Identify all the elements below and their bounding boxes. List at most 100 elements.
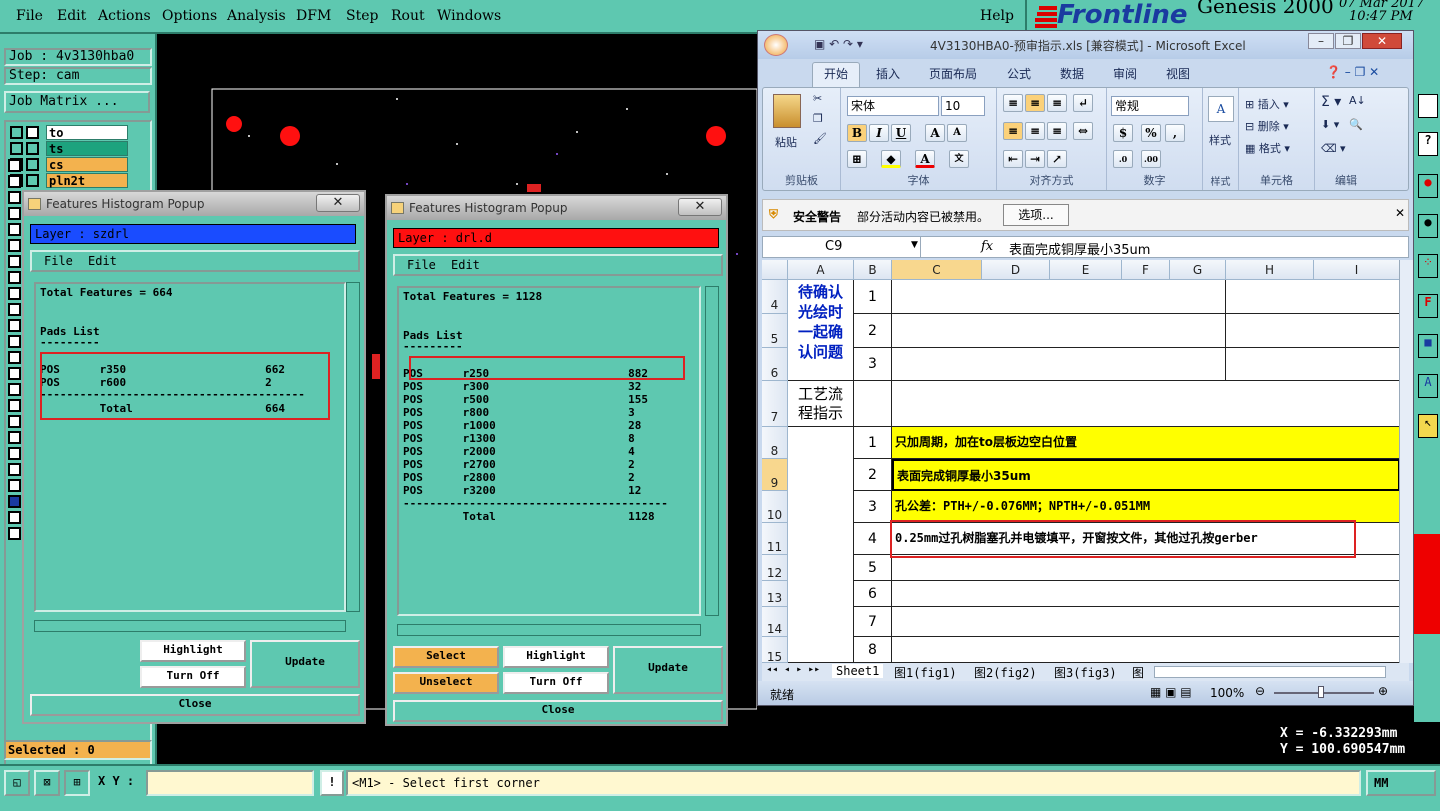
shrink-font-icon[interactable]: A (947, 124, 967, 142)
cell-b[interactable]: 7 (854, 607, 892, 637)
warning-icon[interactable]: ! (320, 770, 344, 796)
borders-icon[interactable]: ⊞ (847, 150, 867, 168)
cell-c8[interactable]: 只加周期，加在to层板边空白位置 (892, 427, 1399, 459)
percent-icon[interactable]: % (1141, 124, 1161, 142)
menu-file[interactable]: File (407, 258, 436, 272)
vertical-scrollbar[interactable] (346, 282, 360, 612)
insert-cells-button[interactable]: ⊞ 插入 ▾ (1245, 96, 1289, 112)
minimize-icon[interactable]: – (1308, 33, 1334, 49)
cell-c[interactable] (892, 637, 1399, 663)
close-icon[interactable]: ✕ (316, 194, 360, 212)
cell-b[interactable]: 3 (854, 348, 892, 381)
vertical-scrollbar[interactable] (705, 286, 719, 616)
select-button[interactable]: Select (393, 646, 499, 668)
cell-b[interactable]: 1 (854, 280, 892, 314)
menu-edit[interactable]: Edit (57, 8, 86, 24)
quick-access-icons[interactable]: ▣ ↶ ↷ ▾ (814, 37, 863, 51)
format-cells-button[interactable]: ▦ 格式 ▾ (1245, 140, 1290, 156)
highlight-button[interactable]: Highlight (503, 646, 609, 668)
tab-page-layout[interactable]: 页面布局 (929, 65, 977, 82)
increase-decimal-icon[interactable]: .0 (1113, 150, 1133, 168)
align-right-icon[interactable]: ≡ (1047, 122, 1067, 140)
menu-step[interactable]: Step (346, 8, 378, 24)
update-button[interactable]: Update (613, 646, 723, 694)
traffic-light-icon[interactable]: ● (1418, 174, 1438, 198)
styles-button[interactable]: 样式 (1209, 132, 1231, 148)
cell-b[interactable]: 3 (854, 491, 892, 523)
fill-icon[interactable]: ⬇ ▾ (1321, 118, 1339, 131)
tab-view[interactable]: 视图 (1166, 65, 1190, 82)
horizontal-scrollbar[interactable] (34, 620, 346, 632)
col-header[interactable]: I (1314, 260, 1399, 280)
cell-process-label[interactable]: 工艺流程指示 (788, 381, 854, 427)
menu-file[interactable]: File (44, 254, 73, 268)
tab-review[interactable]: 审阅 (1113, 65, 1137, 82)
zoom-grid-icon[interactable]: ⊠ (34, 770, 60, 796)
merge-icon[interactable]: ⇔ (1073, 122, 1093, 140)
vertical-scrollbar[interactable] (1399, 260, 1413, 663)
font-color-icon[interactable]: A (915, 150, 935, 168)
menu-dfm[interactable]: DFM (296, 8, 331, 24)
delete-cells-button[interactable]: ⊟ 删除 ▾ (1245, 118, 1289, 134)
tool-icon[interactable] (1418, 94, 1438, 118)
menu-actions[interactable]: Actions (98, 8, 151, 24)
zoom-slider[interactable] (1274, 692, 1374, 694)
restore-icon[interactable]: ❐ (1335, 33, 1361, 49)
row-header[interactable]: 7 (762, 381, 788, 427)
turn-off-button[interactable]: Turn Off (503, 672, 609, 694)
zoom-level[interactable]: 100% (1210, 686, 1244, 700)
sheet-tab[interactable]: 图1(fig1) (894, 664, 957, 681)
unselect-button[interactable]: Unselect (393, 672, 499, 694)
phonetic-icon[interactable]: 文 (949, 150, 969, 168)
decrease-decimal-icon[interactable]: .00 (1141, 150, 1161, 168)
col-header[interactable]: E (1050, 260, 1122, 280)
cell-c9-selected[interactable]: 表面完成铜厚最小35um (892, 459, 1399, 491)
fill-color-icon[interactable]: ◆ (881, 150, 901, 168)
tab-data[interactable]: 数据 (1060, 65, 1084, 82)
zoom-out-icon[interactable]: ⊖ (1255, 684, 1265, 698)
copy-icon[interactable]: ❐ (813, 112, 823, 125)
cell-c[interactable] (892, 381, 1399, 427)
cell-c[interactable] (892, 581, 1399, 607)
col-header[interactable]: C (892, 260, 982, 280)
cell-b[interactable]: 1 (854, 427, 892, 459)
menu-file[interactable]: File (16, 8, 43, 24)
row-header[interactable]: 6 (762, 348, 788, 381)
col-header[interactable]: B (854, 260, 892, 280)
cell-a-merged[interactable] (788, 427, 854, 663)
row-header[interactable]: 12 (762, 555, 788, 581)
name-box[interactable]: C9 (763, 237, 921, 257)
security-options-button[interactable]: 选项... (1003, 204, 1069, 226)
horizontal-scrollbar[interactable] (397, 624, 701, 636)
sheet-tab[interactable]: 图 (1132, 664, 1144, 681)
cell-b[interactable]: 8 (854, 637, 892, 663)
orientation-icon[interactable]: ↗ (1047, 150, 1067, 168)
cell-h[interactable] (1226, 280, 1399, 314)
font-name-select[interactable]: 宋体 (847, 96, 939, 116)
row-header[interactable]: 15 (762, 637, 788, 663)
help-icon[interactable]: ❓ – ❐ ✕ (1326, 65, 1379, 79)
paste-icon[interactable] (773, 94, 801, 128)
col-header[interactable]: H (1226, 260, 1314, 280)
align-middle-icon[interactable]: ≡ (1025, 94, 1045, 112)
number-format-select[interactable]: 常规 (1111, 96, 1189, 116)
snap-icon[interactable]: ⊞ (64, 770, 90, 796)
wrap-text-icon[interactable]: ↵ (1073, 94, 1093, 112)
cell-c[interactable] (892, 348, 1226, 381)
cell-b[interactable]: 2 (854, 314, 892, 348)
cell-confirm-label[interactable]: 待确认光绘时一起确认问题 (788, 280, 854, 381)
align-left-icon[interactable]: ≡ (1003, 122, 1023, 140)
row-header[interactable]: 8 (762, 427, 788, 459)
zoom-in-icon[interactable]: ⊕ (1378, 684, 1388, 698)
zoom-slider-thumb[interactable] (1318, 686, 1324, 698)
formula-input[interactable]: 表面完成铜厚最小35um (1009, 239, 1150, 258)
font-size-select[interactable]: 10 (941, 96, 985, 116)
chevron-down-icon[interactable]: ▼ (911, 240, 918, 250)
format-painter-icon[interactable]: 🖌 (813, 132, 827, 145)
find-select-icon[interactable]: 🔍 (1349, 118, 1363, 131)
job-matrix-button[interactable]: Job Matrix ... (4, 91, 150, 113)
align-bottom-icon[interactable]: ≡ (1047, 94, 1067, 112)
select-all-corner[interactable] (762, 260, 788, 280)
menu-help[interactable]: Help (980, 8, 1014, 24)
highlight-button[interactable]: Highlight (140, 640, 246, 662)
